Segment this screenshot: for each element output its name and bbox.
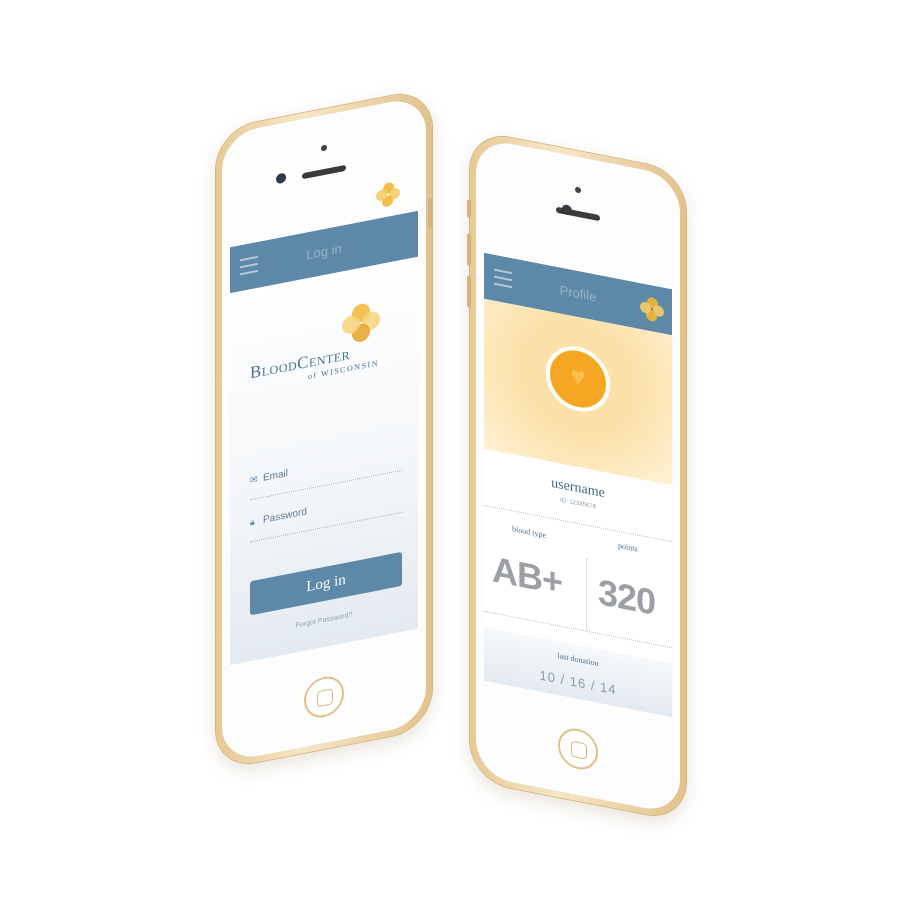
flower-logo-icon: [342, 300, 382, 348]
lock-icon: 🔒︎: [250, 516, 255, 528]
earpiece-speaker: [302, 164, 346, 180]
brand-name: BloodCenter: [250, 343, 351, 383]
volume-button: [428, 198, 432, 229]
flower-logo-icon: [640, 295, 664, 324]
bloodcenter-logo: BloodCenter of WISCONSIN: [250, 296, 400, 415]
email-label: Email: [263, 468, 289, 484]
phone-profile: Profile username ID: 12345678 blood type…: [467, 130, 686, 822]
points-label: points: [618, 540, 638, 554]
mute-switch: [467, 199, 471, 219]
flower-logo-icon: [376, 180, 400, 209]
envelope-icon: ✉: [250, 473, 258, 486]
blood-type-label: blood type: [512, 524, 546, 540]
blood-type-value: AB+: [492, 548, 563, 603]
volume-up-button: [467, 233, 471, 267]
stat-divider: [586, 558, 587, 631]
proximity-sensor: [321, 144, 327, 152]
front-camera: [276, 172, 286, 185]
profile-screen: Profile username ID: 12345678 blood type…: [484, 252, 672, 718]
volume-down-button: [467, 275, 471, 309]
password-field[interactable]: 🔒︎ Password: [250, 487, 402, 543]
home-button[interactable]: [304, 673, 344, 721]
phone-face: Profile username ID: 12345678 blood type…: [476, 137, 680, 815]
phone-login: Log in BloodCenter of WISCONSIN ✉ Email 🔒…: [216, 88, 432, 770]
login-body: BloodCenter of WISCONSIN ✉ Email 🔒︎ Passwo…: [230, 256, 418, 666]
heart-avatar-icon: [546, 340, 610, 418]
points-value: 320: [598, 570, 656, 623]
password-label: Password: [263, 506, 307, 526]
home-button[interactable]: [558, 725, 598, 773]
earpiece-speaker: [556, 206, 600, 222]
phone-face: Log in BloodCenter of WISCONSIN ✉ Email 🔒…: [222, 95, 426, 763]
login-screen: Log in BloodCenter of WISCONSIN ✉ Email 🔒…: [230, 210, 418, 666]
proximity-sensor: [575, 186, 581, 194]
